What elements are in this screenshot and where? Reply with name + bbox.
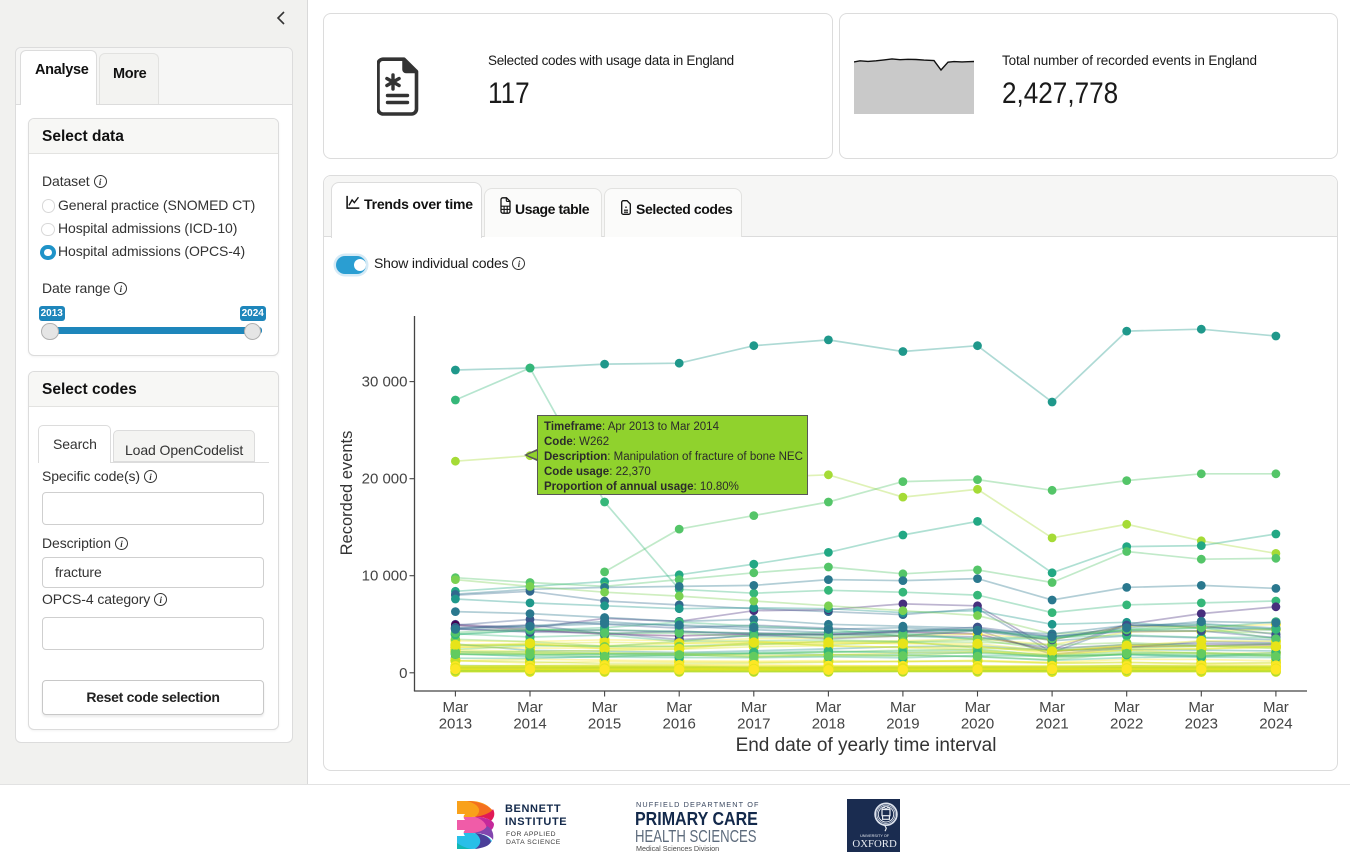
- svg-text:20 000: 20 000: [362, 471, 408, 488]
- svg-text:End date of yearly time interv: End date of yearly time interval: [736, 735, 997, 756]
- svg-text:Mar: Mar: [1188, 699, 1214, 716]
- svg-text:2021: 2021: [1035, 716, 1068, 733]
- svg-text:OXFORD: OXFORD: [852, 838, 897, 850]
- svg-text:2023: 2023: [1185, 716, 1218, 733]
- svg-text:Mar: Mar: [1263, 699, 1289, 716]
- svg-text:2019: 2019: [886, 716, 919, 733]
- svg-text:2020: 2020: [961, 716, 994, 733]
- svg-text:Mar: Mar: [815, 699, 841, 716]
- svg-text:2018: 2018: [812, 716, 845, 733]
- svg-text:2014: 2014: [513, 716, 546, 733]
- svg-text:30 000: 30 000: [362, 374, 408, 391]
- svg-text:2024: 2024: [1259, 716, 1292, 733]
- svg-text:Mar: Mar: [965, 699, 991, 716]
- svg-text:Mar: Mar: [1039, 699, 1065, 716]
- svg-text:Mar: Mar: [517, 699, 543, 716]
- svg-text:Recorded events: Recorded events: [338, 431, 356, 556]
- svg-text:Mar: Mar: [1114, 699, 1140, 716]
- svg-text:0: 0: [399, 665, 407, 682]
- svg-text:2017: 2017: [737, 716, 770, 733]
- svg-text:10 000: 10 000: [362, 568, 408, 585]
- svg-text:2015: 2015: [588, 716, 621, 733]
- svg-text:Mar: Mar: [890, 699, 916, 716]
- svg-text:Mar: Mar: [442, 699, 468, 716]
- svg-text:2016: 2016: [663, 716, 696, 733]
- svg-text:Mar: Mar: [592, 699, 618, 716]
- svg-text:2022: 2022: [1110, 716, 1143, 733]
- svg-text:2013: 2013: [439, 716, 472, 733]
- svg-text:Mar: Mar: [666, 699, 692, 716]
- svg-text:Mar: Mar: [741, 699, 767, 716]
